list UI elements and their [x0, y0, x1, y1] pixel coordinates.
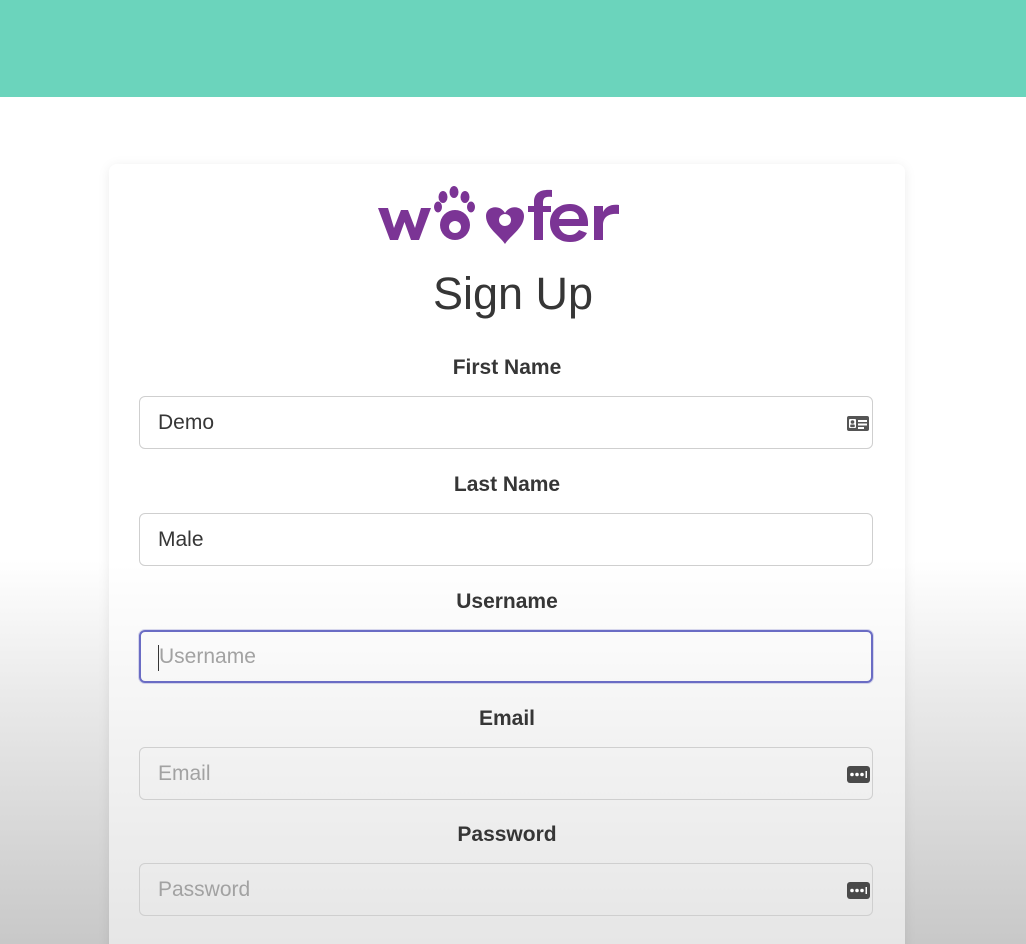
first-name-value: Demo — [158, 411, 215, 434]
logo-letter-f — [528, 189, 552, 240]
password-label: Password — [457, 823, 557, 846]
page-title: Sign Up — [432, 268, 594, 319]
username-field[interactable]: Username — [139, 630, 873, 683]
last-name-value: Male — [158, 528, 204, 551]
password-manager-icon[interactable] — [846, 764, 870, 784]
heart-o — [486, 207, 524, 244]
email-field[interactable]: Email — [139, 747, 873, 800]
top-header-bar — [0, 0, 1026, 97]
logo-letter-w — [378, 208, 431, 240]
email-placeholder: Email — [158, 762, 211, 785]
woofer-logo: woofer — [374, 186, 619, 244]
username-placeholder: Username — [159, 645, 256, 668]
logo-letter-r — [594, 204, 619, 240]
first-name-label: First Name — [452, 356, 562, 379]
password-manager-icon[interactable] — [846, 880, 870, 900]
svg-text:woofer: woofer — [374, 186, 378, 187]
first-name-field[interactable]: Demo — [139, 396, 873, 449]
password-placeholder: Password — [158, 878, 251, 901]
password-field[interactable]: Password — [139, 863, 873, 916]
email-label: Email — [478, 707, 536, 730]
last-name-field[interactable]: Male — [139, 513, 873, 566]
username-label: Username — [456, 590, 558, 613]
paw-o — [434, 186, 475, 240]
last-name-label: Last Name — [453, 473, 561, 496]
id-card-icon[interactable] — [846, 413, 870, 433]
logo-letter-e — [550, 204, 589, 242]
